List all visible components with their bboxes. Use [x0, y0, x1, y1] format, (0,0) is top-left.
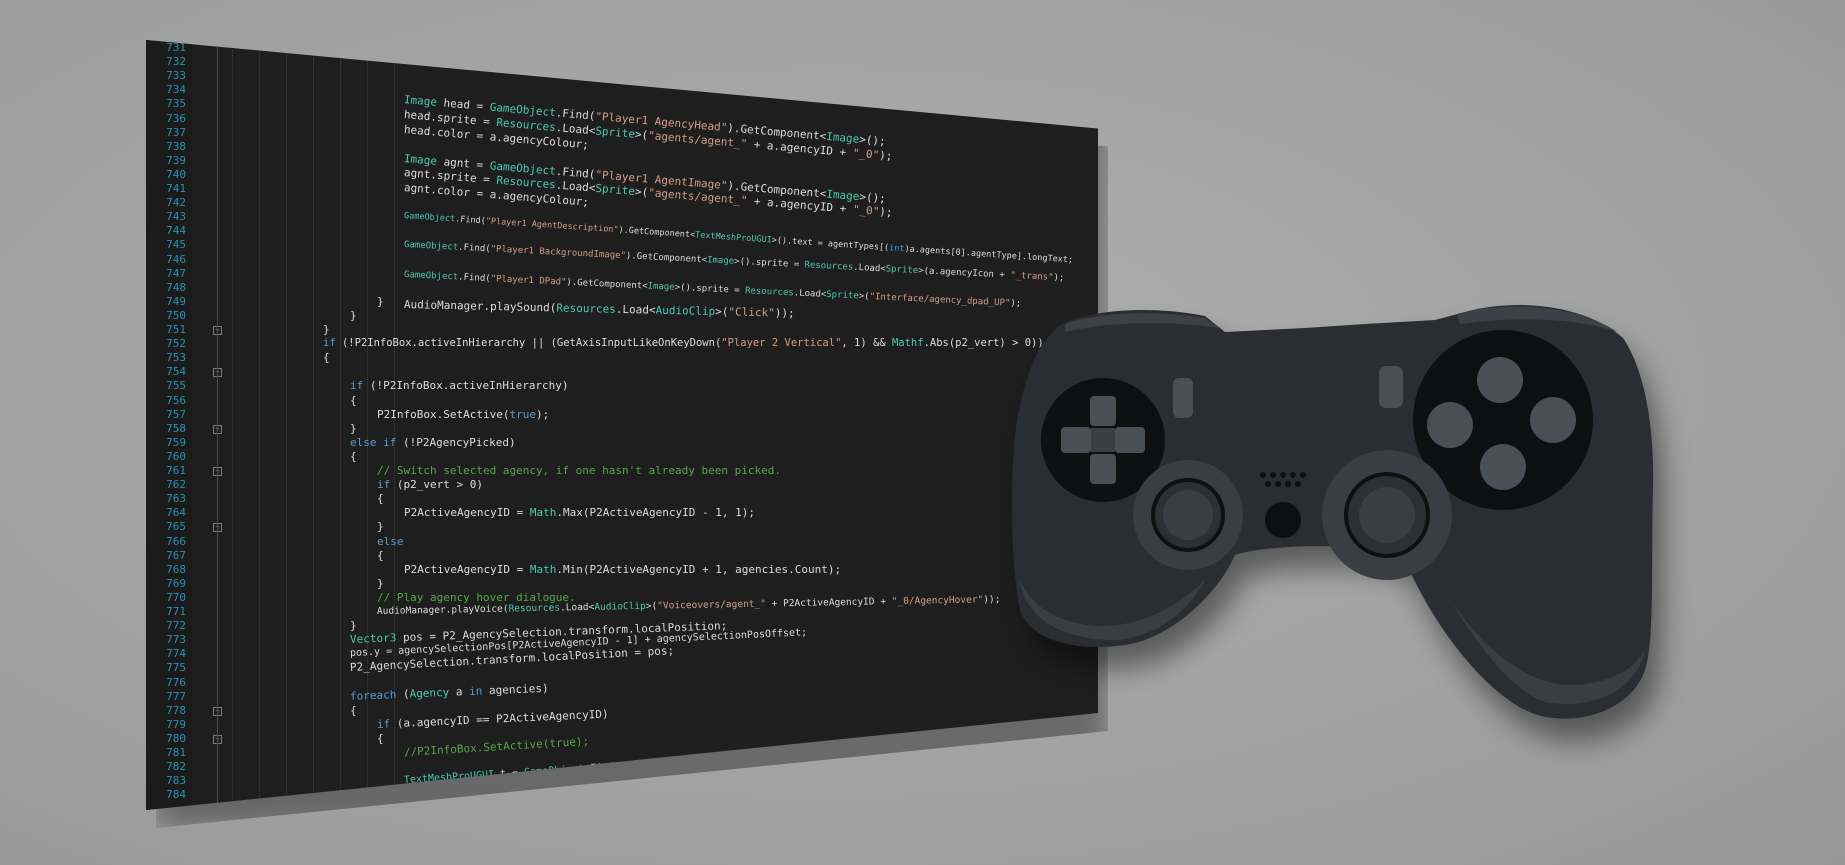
line-number: 767: [166, 548, 186, 562]
code-line: if (a.agencyID == P2ActiveAgencyID): [376, 707, 609, 731]
line-number: 766: [166, 534, 186, 548]
line-number: 758: [166, 421, 186, 435]
line-number: 744: [166, 224, 186, 238]
code-line: if (p2_vert > 0): [377, 478, 483, 492]
options-button-icon: [1379, 366, 1403, 408]
share-button-icon: [1173, 378, 1193, 418]
line-number: 755: [166, 379, 186, 393]
line-number: 748: [166, 280, 186, 294]
line-number: 775: [166, 661, 186, 675]
line-number: 750: [166, 308, 186, 322]
line-number: 741: [166, 182, 186, 195]
line-number: 731: [166, 41, 186, 54]
code-line: else: [377, 534, 404, 548]
code-line: foreach (Agency a in agencies): [349, 681, 549, 703]
code-line: // Switch selected agency, if one hasn't…: [377, 464, 781, 477]
line-number: 739: [166, 153, 186, 167]
code-line: AudioManager.playSound(Resources.Load<Au…: [403, 297, 795, 320]
line-number: 745: [166, 238, 186, 252]
line-number-gutter: 731 732 733 734 735 736 737 738 739 740 741 742 743 7…: [146, 40, 192, 810]
code-line: P2ActiveAgencyID = Math.Max(P2ActiveAgen…: [404, 506, 756, 520]
indent-guide: [286, 50, 287, 810]
indent-guide: [259, 50, 260, 810]
gamepad-illustration: [1005, 304, 1655, 740]
line-number: 765: [166, 520, 186, 534]
code-line: else if (!P2AgencyPicked): [350, 435, 516, 449]
code-line: {: [350, 449, 357, 463]
line-number: 735: [166, 97, 186, 111]
left-stick-icon: [1133, 460, 1243, 570]
code-line: {: [350, 393, 357, 407]
line-number: 771: [166, 605, 186, 618]
line-number: 754: [166, 365, 186, 379]
line-number: 733: [166, 69, 186, 83]
line-number: 759: [166, 435, 186, 449]
line-number: 752: [166, 337, 186, 351]
line-number: 777: [166, 689, 186, 703]
line-number: 778: [166, 703, 186, 717]
line-number: 783: [166, 774, 186, 788]
right-stick-icon: [1322, 450, 1452, 580]
code-line: P2InfoBox.SetActive(true);: [377, 407, 550, 421]
line-number: 746: [166, 252, 186, 266]
line-number: 772: [166, 619, 186, 633]
code-line: P2ActiveAgencyID = Math.Min(P2ActiveAgen…: [404, 562, 842, 576]
line-number: 770: [166, 590, 186, 604]
line-number: 736: [166, 111, 186, 125]
line-number: 779: [166, 717, 186, 731]
code-line: }: [350, 619, 357, 633]
line-number: 762: [166, 478, 186, 492]
code-line: {: [323, 351, 330, 365]
scene: 731 732 733 734 735 736 737 738 739 740 741 742 743 7…: [0, 0, 1845, 865]
indent-guide: [340, 50, 341, 810]
line-number: 753: [166, 351, 186, 365]
line-number: 757: [166, 407, 186, 421]
line-number: 737: [166, 125, 186, 139]
code-line: {: [350, 703, 357, 717]
line-number: 760: [166, 449, 186, 463]
code-line: }: [377, 520, 384, 534]
fold-line: [217, 40, 218, 810]
code-line: {: [377, 731, 384, 745]
code-line: }: [323, 323, 330, 336]
code-line: }: [377, 576, 384, 590]
line-number: 784: [166, 788, 186, 802]
line-number: 734: [166, 83, 186, 97]
line-number: 769: [166, 576, 186, 590]
gamepad-icon: [1012, 304, 1654, 719]
line-number: 782: [166, 760, 186, 774]
line-number: 749: [166, 294, 186, 308]
line-number: 761: [166, 464, 186, 477]
code-line: {: [377, 492, 384, 506]
line-number: 740: [166, 167, 186, 181]
line-number: 776: [166, 675, 186, 689]
code-line: }: [350, 421, 357, 435]
indent-guide: [232, 50, 233, 810]
line-number: 768: [166, 562, 186, 576]
code-line: if (!P2InfoBox.activeInHierarchy || (Get…: [323, 337, 1044, 350]
line-number: 751: [166, 323, 186, 336]
line-number: 743: [166, 210, 186, 224]
code-line: {: [377, 548, 384, 562]
code-line: //P2InfoBox.SetActive(true);: [403, 734, 590, 759]
line-number: 763: [166, 492, 186, 506]
line-number: 773: [166, 633, 186, 647]
line-number: 747: [166, 266, 186, 280]
line-number: 781: [166, 746, 186, 759]
line-number: 738: [166, 139, 186, 153]
line-number: 756: [166, 393, 186, 407]
line-number: 732: [166, 55, 186, 69]
code-line: }: [377, 294, 384, 308]
line-number: 764: [166, 506, 186, 520]
code-line: if (!P2InfoBox.activeInHierarchy): [350, 379, 569, 393]
line-number: 780: [166, 731, 186, 745]
line-number: 774: [166, 647, 186, 661]
indent-guide: [313, 50, 314, 810]
code-line: }: [350, 308, 357, 322]
line-number: 742: [166, 196, 186, 210]
code-editor-panel: 731 732 733 734 735 736 737 738 739 740 741 742 743 7…: [146, 40, 1098, 810]
